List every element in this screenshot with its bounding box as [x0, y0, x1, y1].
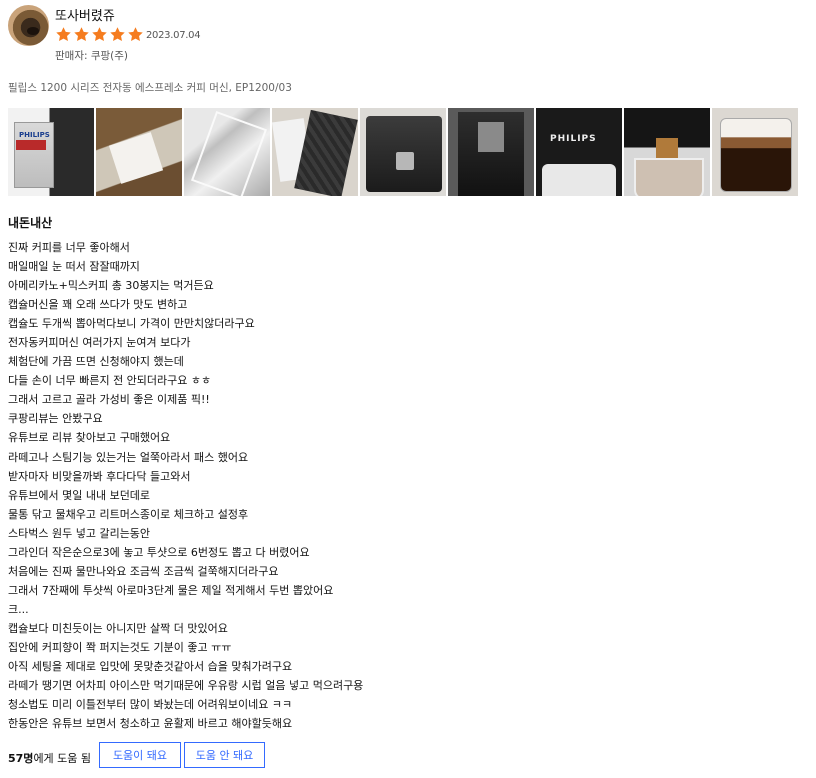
review-headline: 내돈내산 — [8, 216, 53, 230]
helpful-suffix: 에게 도움 됨 — [33, 752, 92, 765]
review-line: 아직 세팅을 제대로 입맛에 못맞춘것같아서 습을 맞춰가려구요 — [8, 660, 293, 674]
review-line: 캡슐보다 미친듯이는 아니지만 살짝 더 맛있어요 — [8, 621, 228, 635]
review-photo-strip: PHILIPS PHILIPS — [8, 108, 798, 196]
review-line: 처음에는 진짜 물만나와요 조금씩 조금씩 걸쭉해지더라구요 — [8, 564, 279, 578]
review-line: 다들 손이 너무 빠른지 전 안되더라구요 ㅎㅎ — [8, 374, 212, 388]
review-line: 체험단에 가끔 뜨면 신청해야지 했는데 — [8, 355, 184, 369]
review-line: 캡슐머신을 꽤 오래 쓰다가 맛도 변하고 — [8, 298, 188, 312]
star-icon — [91, 26, 108, 43]
coffee-glass-photo[interactable] — [712, 108, 798, 196]
review-date: 2023.07.04 — [146, 30, 201, 41]
review-line: 크... — [8, 602, 29, 616]
review-line: 한동안은 유튜브 보면서 청소하고 윤활제 바르고 해야할듯해요 — [8, 717, 293, 731]
drip-tray-photo[interactable] — [272, 108, 358, 196]
review-line: 그래서 고르고 골라 가성비 좋은 이제품 픽!! — [8, 393, 210, 407]
seller-info: 판매자: 쿠팡(주) — [55, 50, 129, 62]
review-line: 그래서 7잔째에 투샷씩 아로마3단계 물은 제일 적게해서 두번 뽑았어요 — [8, 583, 334, 597]
review-line: 유튜브로 리뷰 찾아보고 구매했어요 — [8, 431, 171, 445]
philips-logo-photo[interactable]: PHILIPS — [536, 108, 622, 196]
review-line: 아메리카노+믹스커피 총 30봉지는 먹거든요 — [8, 279, 214, 293]
review-line: 스타벅스 원두 넣고 갈리는동안 — [8, 526, 151, 540]
review-line: 그라인더 작은순으로3에 놓고 투샷으로 6번정도 뽑고 다 버렸어요 — [8, 545, 310, 559]
star-icon — [73, 26, 90, 43]
unboxing-photo[interactable] — [96, 108, 182, 196]
star-rating — [55, 26, 144, 43]
review-line: 전자동커피머신 여러가지 눈여겨 보다가 — [8, 336, 191, 350]
user-avatar — [8, 5, 49, 46]
review-line: 받자마자 비맞을까봐 후다다닥 들고와서 — [8, 469, 191, 483]
star-icon — [55, 26, 72, 43]
product-box-photo[interactable]: PHILIPS — [8, 108, 94, 196]
review-body: 진짜 커피를 너무 좋아해서 매일매일 눈 떠서 잠잘때까지 아메리카노+믹스커… — [8, 238, 808, 733]
star-icon — [109, 26, 126, 43]
review-line: 진짜 커피를 너무 좋아해서 — [8, 241, 130, 254]
review-line: 집안에 커피향이 쫙 퍼지는것도 기분이 좋고 ㅠㅠ — [8, 640, 232, 654]
product-name[interactable]: 필립스 1200 시리즈 전자동 에스프레소 커피 머신, EP1200/03 — [8, 80, 292, 95]
helpful-count-text: 57명에게 도움 됨 — [8, 750, 91, 766]
machine-front-photo[interactable] — [360, 108, 446, 196]
helpful-no-button[interactable]: 도움 안 돼요 — [184, 742, 265, 768]
review-line: 라떼가 땡기면 어차피 아이스만 먹기때문에 우유랑 시럽 얼음 넣고 먹으려구… — [8, 679, 364, 693]
reviewer-name: 또사버렸쥬 — [55, 9, 115, 24]
machine-side-photo[interactable] — [448, 108, 534, 196]
plastic-wrap-photo[interactable] — [184, 108, 270, 196]
helpful-count: 57명 — [8, 752, 34, 765]
helpful-yes-button[interactable]: 도움이 돼요 — [99, 742, 181, 768]
star-icon — [127, 26, 144, 43]
review-line: 청소법도 미리 이틀전부터 많이 봐놨는데 어려워보이네요 ㅋㅋ — [8, 698, 293, 712]
review-line: 쿠팡리뷰는 안봤구요 — [8, 412, 103, 426]
review-line: 물통 닦고 물채우고 리트머스종이로 체크하고 설정후 — [8, 507, 249, 521]
review-line: 유튜브에서 몇일 내내 보던데로 — [8, 488, 151, 502]
review-line: 라떼고나 스팀기능 있는거는 얼쭉아라서 패스 했어요 — [8, 450, 249, 464]
espresso-pouring-photo[interactable] — [624, 108, 710, 196]
review-line: 매일매일 눈 떠서 잠잘때까지 — [8, 260, 140, 274]
review-line: 캡슐도 두개씩 뽑아먹다보니 가격이 만만치않더라구요 — [8, 317, 255, 331]
